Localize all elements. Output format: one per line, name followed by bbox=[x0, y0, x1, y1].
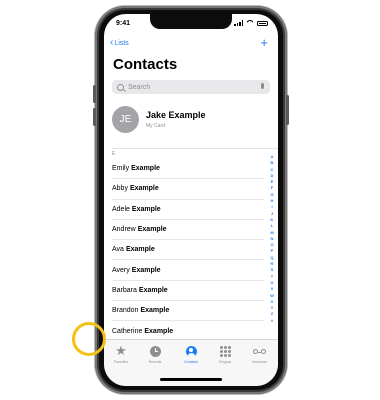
volume-up-button bbox=[93, 85, 96, 103]
list-item[interactable]: Emily Example bbox=[112, 159, 264, 180]
tab-voicemail[interactable]: Voicemail bbox=[242, 344, 276, 364]
section-header: E bbox=[112, 151, 116, 157]
tab-label: Contacts bbox=[184, 360, 198, 364]
side-button bbox=[286, 95, 289, 125]
status-icons bbox=[234, 20, 268, 26]
person-circle-icon bbox=[185, 345, 197, 357]
back-button[interactable]: ‹ Lists bbox=[110, 37, 129, 48]
back-label: Lists bbox=[114, 39, 129, 47]
divider bbox=[112, 148, 278, 149]
star-icon: ★ bbox=[115, 343, 127, 358]
notch bbox=[150, 14, 232, 29]
list-item[interactable]: Barbara Example bbox=[112, 281, 264, 302]
clock-icon bbox=[149, 345, 161, 357]
voicemail-icon bbox=[252, 348, 266, 354]
tab-label: Keypad bbox=[219, 360, 231, 364]
tab-label: Recents bbox=[148, 360, 162, 364]
status-time: 9:41 bbox=[116, 20, 131, 27]
tab-recents[interactable]: Recents bbox=[138, 344, 172, 364]
search-icon bbox=[117, 83, 124, 91]
list-item[interactable]: Ava Example bbox=[112, 240, 264, 261]
highlight-circle bbox=[72, 322, 106, 356]
index-letter[interactable]: # bbox=[271, 318, 273, 324]
tab-label: Favorites bbox=[113, 360, 129, 364]
battery-icon bbox=[257, 20, 268, 26]
phone-screen: 9:41 ‹ Lists + Contacts Search JE Jake E… bbox=[104, 14, 278, 386]
list-item[interactable]: Avery Example bbox=[112, 260, 264, 281]
list-item[interactable]: Andrew Example bbox=[112, 220, 264, 241]
wifi-icon bbox=[246, 20, 254, 26]
keypad-icon bbox=[219, 345, 231, 357]
avatar: JE bbox=[112, 106, 139, 133]
microphone-icon[interactable] bbox=[261, 83, 264, 89]
tab-contacts[interactable]: Contacts bbox=[174, 344, 208, 364]
page-title: Contacts bbox=[113, 56, 178, 73]
search-field[interactable]: Search bbox=[112, 80, 270, 94]
nav-bar: ‹ Lists + bbox=[104, 36, 278, 52]
search-placeholder: Search bbox=[128, 83, 151, 91]
list-item[interactable]: Brandon Example bbox=[112, 301, 264, 322]
my-card-subtitle: My Card bbox=[146, 123, 165, 129]
signal-icon bbox=[234, 20, 243, 26]
home-indicator bbox=[160, 378, 222, 381]
tab-keypad[interactable]: Keypad bbox=[208, 344, 242, 364]
contact-list: Emily Example Abby Example Adele Example An… bbox=[104, 159, 264, 342]
tab-favorites[interactable]: ★ Favorites bbox=[104, 343, 138, 365]
add-contact-button[interactable]: + bbox=[260, 36, 268, 50]
my-card-name: Jake Example bbox=[146, 110, 206, 120]
chevron-left-icon: ‹ bbox=[110, 37, 114, 48]
alphabet-index[interactable]: A B C D E F G H I J K L M N O P Q R S T U V W X Y Z # bbox=[269, 154, 275, 324]
my-card[interactable]: JE Jake Example My Card bbox=[112, 106, 272, 136]
list-item[interactable]: Adele Example bbox=[112, 200, 264, 220]
volume-down-button bbox=[93, 108, 96, 126]
tab-label: Voicemail bbox=[251, 360, 267, 364]
list-item[interactable]: Abby Example bbox=[112, 179, 264, 200]
